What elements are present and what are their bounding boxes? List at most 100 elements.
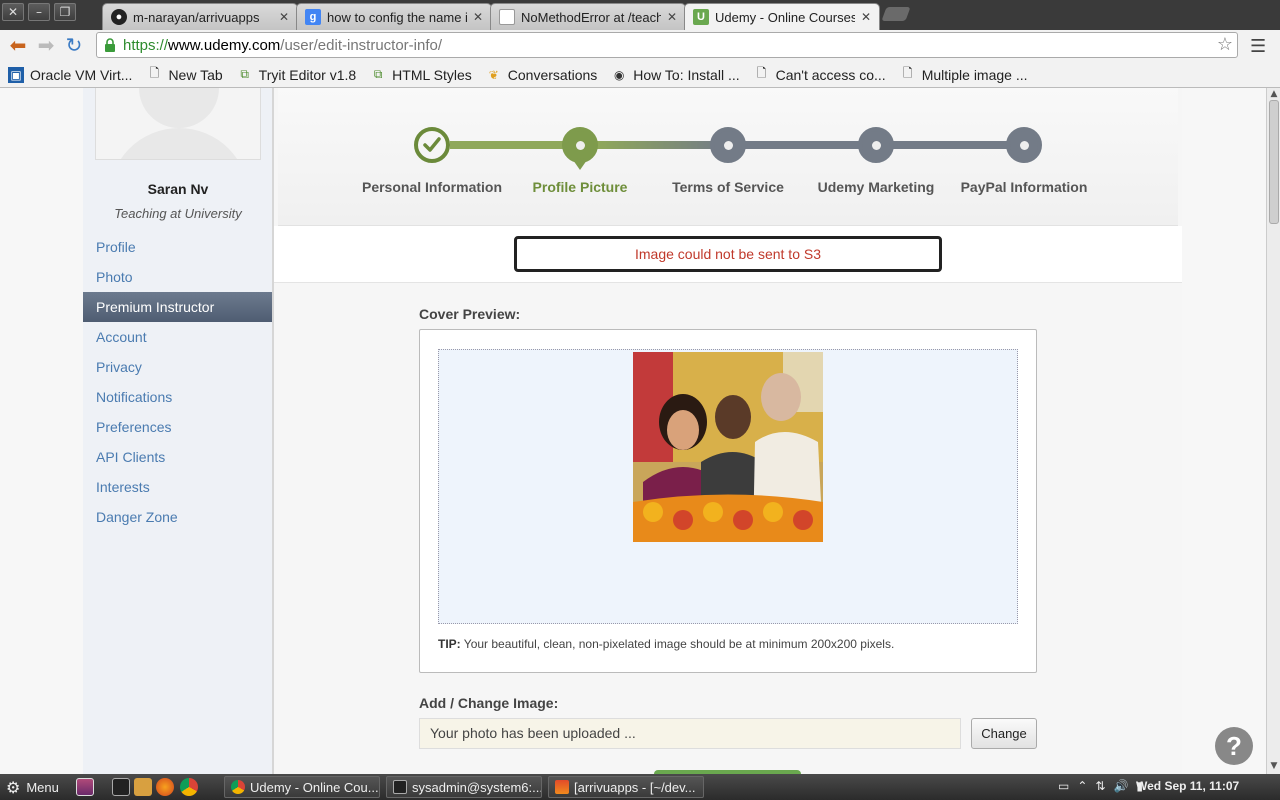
- sidebar-item-interests[interactable]: Interests: [83, 472, 273, 502]
- desktop-taskbar: ⚙ Menu Udemy - Online Cou... sysadmin@sy…: [0, 774, 1280, 800]
- bookmarks-bar: ▣ Oracle VM Virt... 🗋 New Tab ⧉ Tryit Edito…: [0, 62, 1280, 88]
- w3schools-icon: ⧉: [240, 67, 249, 81]
- chrome-icon: [231, 780, 245, 794]
- task-label: [arrivuapps - [~/dev...: [574, 779, 696, 795]
- forward-arrow-icon[interactable]: ➡: [34, 34, 58, 58]
- terminal-launcher-icon[interactable]: [112, 778, 130, 796]
- browser-tab-bar: ✕ – ❐ ● m-narayan/arrivuapps ✕ g how to …: [0, 0, 1280, 30]
- tab-github[interactable]: ● m-narayan/arrivuapps ✕: [102, 3, 298, 30]
- sidebar-nav: Profile Photo Premium Instructor Account…: [83, 232, 273, 532]
- error-alert: Image could not be sent to S3: [514, 236, 942, 272]
- cover-preview-box: TIP: Your beautiful, clean, non-pixelate…: [419, 329, 1037, 673]
- bookmark-label: Tryit Editor v1.8: [258, 66, 357, 83]
- upload-status-field[interactable]: Your photo has been uploaded ...: [419, 718, 961, 749]
- window-minimize-icon[interactable]: –: [28, 3, 50, 21]
- sidebar-item-api-clients[interactable]: API Clients: [83, 442, 273, 472]
- volume-icon[interactable]: 🔊: [1113, 779, 1128, 793]
- sidebar-item-preferences[interactable]: Preferences: [83, 412, 273, 442]
- bookmark-item[interactable]: 🗋 Multiple image ...: [900, 66, 1028, 83]
- step-personal-information-check-icon[interactable]: [414, 127, 450, 163]
- bookmark-star-icon[interactable]: ☆: [1217, 34, 1233, 55]
- tab-title: how to config the name in: [327, 9, 467, 25]
- bookmark-item[interactable]: ⧉ Tryit Editor v1.8: [237, 66, 357, 83]
- new-tab-button[interactable]: [881, 7, 911, 21]
- help-button[interactable]: ?: [1215, 727, 1253, 765]
- cover-preview-label: Cover Preview:: [419, 306, 521, 322]
- tab-close-icon[interactable]: ✕: [279, 10, 289, 24]
- taskbar-task-chrome[interactable]: Udemy - Online Cou...: [224, 776, 380, 798]
- tab-nomethoderror[interactable]: NoMethodError at /teach ✕: [490, 3, 686, 30]
- bookmark-item[interactable]: 🗋 New Tab: [146, 66, 223, 83]
- lock-icon: [103, 38, 117, 52]
- window-close-icon[interactable]: ✕: [2, 3, 24, 21]
- bookmark-label: Can't access co...: [775, 66, 886, 83]
- step-paypal-information-icon[interactable]: [1006, 127, 1042, 163]
- reload-icon[interactable]: ↻: [62, 34, 86, 58]
- virtualbox-icon: ▣: [8, 66, 24, 83]
- page-icon: 🗋: [902, 66, 913, 80]
- sidebar-item-account[interactable]: Account: [83, 322, 273, 352]
- tray-expand-icon[interactable]: ⌃: [1077, 779, 1087, 793]
- tab-close-icon[interactable]: ✕: [667, 10, 677, 24]
- chrome-launcher-icon[interactable]: [180, 778, 198, 796]
- bookmark-item[interactable]: 🗋 Can't access co...: [754, 66, 886, 83]
- bookmark-item[interactable]: ◉ How To: Install ...: [611, 67, 740, 83]
- start-menu-label: Menu: [26, 780, 59, 795]
- sidebar-item-photo[interactable]: Photo: [83, 262, 273, 292]
- files-launcher-icon[interactable]: [134, 778, 152, 796]
- address-bar[interactable]: https://www.udemy.com/user/edit-instruct…: [96, 32, 1238, 58]
- avatar-placeholder-head: [139, 88, 219, 128]
- step-label-paypal-information[interactable]: PayPal Information: [944, 179, 1104, 195]
- back-arrow-icon[interactable]: ⬅: [6, 34, 30, 58]
- bookmark-label: HTML Styles: [392, 66, 472, 83]
- sidebar-item-profile[interactable]: Profile: [83, 232, 273, 262]
- tip-text: Your beautiful, clean, non-pixelated ima…: [460, 637, 895, 651]
- taskbar-task-terminal[interactable]: sysadmin@system6:...: [386, 776, 542, 798]
- scroll-down-arrow-icon[interactable]: ▼: [1269, 761, 1279, 771]
- step-profile-picture-marker-icon[interactable]: [562, 127, 598, 163]
- tab-close-icon[interactable]: ✕: [473, 10, 483, 24]
- step-label-personal-information[interactable]: Personal Information: [352, 179, 512, 195]
- step-label-udemy-marketing[interactable]: Udemy Marketing: [796, 179, 956, 195]
- tab-udemy[interactable]: U Udemy - Online Courses fr ✕: [684, 3, 880, 30]
- workspace-icon[interactable]: ▭: [1058, 779, 1069, 793]
- bookmark-item[interactable]: ⧉ HTML Styles: [370, 67, 472, 83]
- change-image-button[interactable]: Change: [971, 718, 1037, 749]
- step-dot: [723, 140, 733, 150]
- bookmark-item[interactable]: ▣ Oracle VM Virt...: [8, 66, 132, 83]
- taskbar-clock[interactable]: Wed Sep 11, 11:07: [1136, 779, 1239, 793]
- step-label-terms-of-service[interactable]: Terms of Service: [648, 179, 808, 195]
- tab-google[interactable]: g how to config the name in ✕: [296, 3, 492, 30]
- page-icon: 🗋: [149, 66, 160, 80]
- page-icon: 🗋: [756, 66, 767, 80]
- tab-close-icon[interactable]: ✕: [861, 10, 871, 24]
- step-dot: [871, 140, 881, 150]
- step-terms-of-service-icon[interactable]: [710, 127, 746, 163]
- firefox-launcher-icon[interactable]: [156, 778, 174, 796]
- taskbar-task-ide[interactable]: [arrivuapps - [~/dev...: [548, 776, 704, 798]
- scroll-up-arrow-icon[interactable]: ▲: [1269, 89, 1279, 99]
- avatar[interactable]: [95, 88, 261, 160]
- tab-title: Udemy - Online Courses fr: [715, 9, 855, 25]
- browser-menu-icon[interactable]: ☰: [1250, 36, 1266, 57]
- desktop-launcher-icon[interactable]: [76, 778, 94, 796]
- step-udemy-marketing-icon[interactable]: [858, 127, 894, 163]
- network-icon[interactable]: ⇅: [1095, 779, 1105, 793]
- scroll-thumb[interactable]: [1269, 100, 1279, 224]
- sidebar-item-notifications[interactable]: Notifications: [83, 382, 273, 412]
- bookmark-item[interactable]: ❦ Conversations: [486, 67, 598, 83]
- tab-title: NoMethodError at /teach: [521, 9, 661, 25]
- sidebar-item-premium-instructor[interactable]: Premium Instructor: [83, 292, 273, 322]
- sidebar-item-danger-zone[interactable]: Danger Zone: [83, 502, 273, 532]
- preview-tip: TIP: Your beautiful, clean, non-pixelate…: [438, 637, 894, 651]
- window-restore-icon[interactable]: ❐: [54, 3, 76, 21]
- step-label-profile-picture[interactable]: Profile Picture: [500, 179, 660, 195]
- start-menu-button[interactable]: ⚙ Menu: [6, 778, 59, 797]
- conversations-icon: ❦: [488, 67, 499, 82]
- google-icon: g: [305, 9, 321, 25]
- github-icon: ●: [111, 9, 127, 25]
- page-scrollbar[interactable]: ▲ ▼: [1266, 88, 1280, 774]
- terminal-icon: [393, 780, 407, 794]
- sidebar-item-privacy[interactable]: Privacy: [83, 352, 273, 382]
- map-pin-tail-icon: [573, 160, 587, 170]
